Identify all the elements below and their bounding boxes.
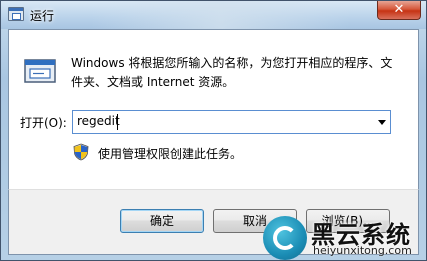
ok-button[interactable]: 确定 [120, 209, 204, 233]
watermark: 黑云系统 heiyunxitong.com [263, 213, 423, 261]
admin-note: 使用管理权限创建此任务。 [98, 147, 243, 161]
open-combobox[interactable]: regedit [72, 110, 391, 134]
watermark-swirl [273, 226, 297, 250]
open-input-value[interactable]: regedit [77, 114, 120, 128]
window-title: 运行 [30, 9, 55, 23]
uac-shield-icon [73, 143, 89, 161]
dialog-body: Windows 将根据您所输入的名称，为您打开相应的程序、文件夹、文档或 Int… [8, 29, 419, 189]
text-caret [117, 114, 118, 130]
watermark-url: heiyunxitong.com [313, 244, 412, 257]
description-text: Windows 将根据您所输入的名称，为您打开相应的程序、文件夹、文档或 Int… [71, 56, 393, 89]
dropdown-arrow-icon[interactable] [378, 120, 386, 125]
run-dialog: 运行 ✕ Windows 将根据您所输入的名称，为您打开相应的程序、文件夹、文档… [0, 0, 427, 261]
watermark-logo-icon [263, 216, 307, 260]
close-button[interactable]: ✕ [377, 1, 421, 20]
title-bar-glass [91, 1, 351, 29]
open-label: 打开(O): [20, 116, 67, 130]
title-bar[interactable]: 运行 ✕ [1, 1, 426, 29]
run-icon [24, 59, 56, 83]
run-app-icon [8, 7, 24, 21]
